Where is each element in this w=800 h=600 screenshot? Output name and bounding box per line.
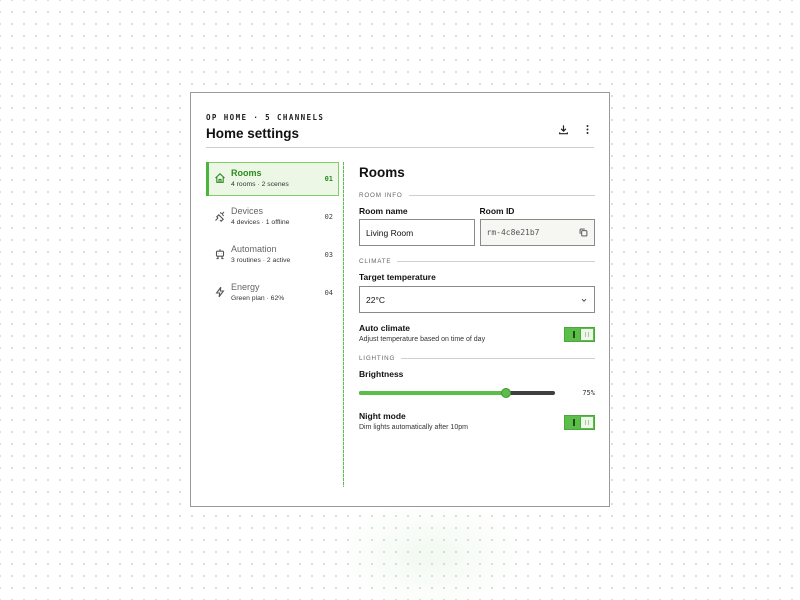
room-id-field: Room ID rm-4c8e21b7 [479, 206, 595, 246]
night-mode-toggle[interactable] [564, 415, 595, 430]
brightness-value: 75% [582, 389, 595, 397]
header-eyebrow: OP HOME · 5 CHANNELS [206, 113, 325, 122]
night-mode-row: Night mode Dim lights automatically afte… [359, 411, 595, 431]
room-info-row: Room name Living Room Room ID rm-4c8e21b… [359, 206, 595, 246]
robot-icon [215, 249, 225, 260]
room-id-label: Room ID [479, 206, 515, 216]
sidebar-item-label: Devices [231, 206, 264, 216]
sidebar-item-number: 04 [324, 289, 333, 297]
toggle-knob [580, 329, 593, 340]
room-id-input[interactable]: rm-4c8e21b7 [479, 219, 595, 246]
sidebar-item-number: 02 [324, 213, 333, 221]
auto-climate-toggle[interactable] [564, 327, 595, 342]
plug-icon [215, 211, 225, 222]
room-name-value: Living Room [366, 227, 414, 238]
sidebar-item-sub: 3 routines · 2 active [231, 257, 291, 264]
toggle-on-mark [573, 331, 575, 338]
sidebar-item-number: 01 [324, 175, 333, 183]
sidebar-item-number: 03 [324, 251, 333, 259]
sidebar-item-sub: Green plan · 62% [231, 295, 285, 302]
target-temperature-field: Target temperature 22°C [359, 272, 595, 313]
section-title: Rooms [359, 165, 405, 180]
card-header: OP HOME · 5 CHANNELS Home settings [206, 113, 594, 147]
copy-icon[interactable] [579, 228, 588, 237]
chevron-down-icon [581, 298, 587, 302]
brightness-label: Brightness [359, 369, 404, 379]
sidebar-item-devices[interactable]: Devices 4 devices · 1 offline 02 [206, 200, 339, 234]
section-header-room-info: ROOM INFO [359, 190, 595, 200]
sidebar-item-label: Automation [231, 244, 277, 254]
more-options-button[interactable] [580, 122, 594, 136]
auto-climate-description: Adjust temperature based on time of day [359, 336, 486, 343]
room-name-field: Room name Living Room [359, 206, 475, 246]
night-mode-text: Night mode Dim lights automatically afte… [359, 411, 468, 431]
brightness-slider[interactable] [359, 385, 555, 401]
slider-fill [359, 391, 506, 395]
sidebar-item-sub: 4 rooms · 2 scenes [231, 181, 289, 188]
sidebar-item-label: Energy [231, 282, 260, 292]
toggle-on-mark [573, 419, 575, 426]
room-name-label: Room name [359, 206, 408, 216]
target-temperature-select[interactable]: 22°C [359, 286, 595, 313]
sidebar-divider [343, 162, 344, 487]
settings-card: OP HOME · 5 CHANNELS Home settings Rooms… [190, 92, 610, 507]
section-header-lighting: LIGHTING [359, 353, 595, 363]
toggle-knob [580, 417, 593, 428]
auto-climate-label: Auto climate [359, 323, 411, 333]
lightning-icon [215, 286, 225, 298]
brightness-row: 75% [359, 385, 595, 401]
night-mode-description: Dim lights automatically after 10pm [359, 424, 468, 431]
download-icon [558, 124, 568, 134]
room-name-input[interactable]: Living Room [359, 219, 475, 246]
auto-climate-text: Auto climate Adjust temperature based on… [359, 323, 485, 343]
night-mode-label: Night mode [359, 411, 406, 421]
sidebar-item-energy[interactable]: Energy Green plan · 62% 04 [206, 276, 339, 310]
sidebar-item-sub: 4 devices · 1 offline [231, 219, 290, 226]
header-divider [206, 147, 594, 148]
page-title: Home settings [206, 126, 300, 141]
sidebar-nav: Rooms 4 rooms · 2 scenes 01 Devices 4 de… [206, 162, 339, 314]
background-glow [330, 500, 530, 600]
slider-thumb[interactable] [501, 388, 511, 398]
home-icon [215, 173, 225, 183]
more-vertical-icon [586, 124, 588, 134]
header-actions [556, 122, 594, 136]
brightness-field: Brightness 75% [359, 369, 595, 401]
section-header-climate: CLIMATE [359, 256, 595, 266]
sidebar-item-label: Rooms [231, 168, 262, 178]
sidebar-item-automation[interactable]: Automation 3 routines · 2 active 03 [206, 238, 339, 272]
sidebar-item-rooms[interactable]: Rooms 4 rooms · 2 scenes 01 [206, 162, 339, 196]
auto-climate-row: Auto climate Adjust temperature based on… [359, 323, 595, 343]
room-id-value: rm-4c8e21b7 [486, 228, 540, 237]
download-button[interactable] [556, 122, 570, 136]
target-temperature-value: 22°C [366, 294, 385, 305]
main-panel: Rooms ROOM INFO Room name Living Room Ro… [359, 162, 595, 431]
target-temperature-label: Target temperature [359, 272, 436, 282]
